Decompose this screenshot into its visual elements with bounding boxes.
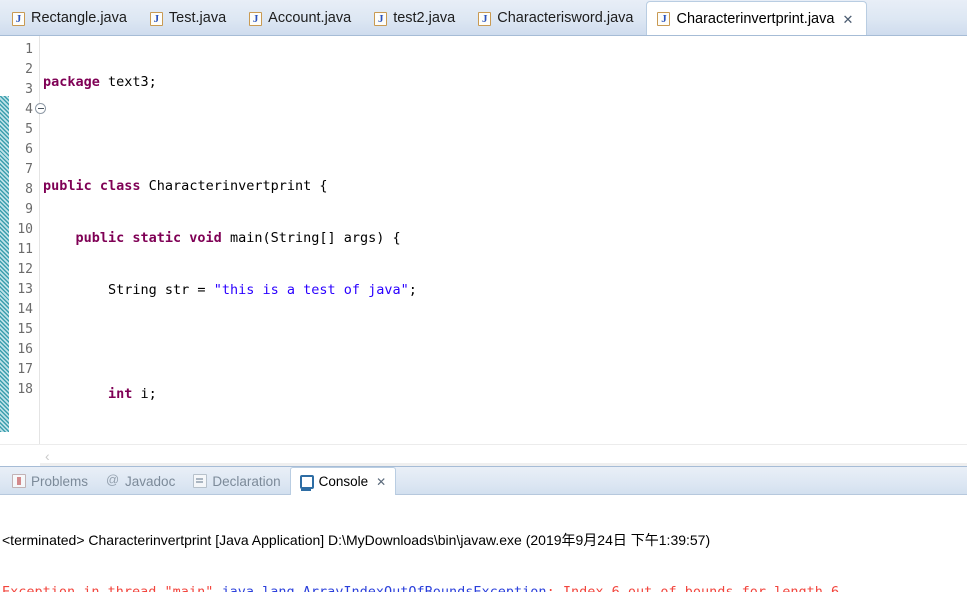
editor-tab-label: Account.java <box>268 10 352 27</box>
line-number: 9 <box>25 202 33 217</box>
code-editor-body[interactable]: 1 2 3 4 5 6 7 8 9 10 11 12 13 14 15 16 1 <box>0 36 967 444</box>
line-number: 8 <box>25 182 33 197</box>
code-text-area[interactable]: package text3; public class Characterinv… <box>40 36 967 444</box>
line-number: 13 <box>17 282 33 297</box>
line-number: 1 <box>25 42 33 57</box>
eclipse-ide-window: Rectangle.java Test.java Account.java te… <box>0 0 967 592</box>
problems-icon <box>12 474 26 488</box>
view-tab-label: Console <box>318 474 369 489</box>
console-process-header: <terminated> Characterinvertprint [Java … <box>2 532 711 548</box>
line-number: 16 <box>17 342 33 357</box>
editor-tab-rectangle-java[interactable]: Rectangle.java <box>2 2 140 35</box>
editor-tab-label: Rectangle.java <box>31 10 127 27</box>
console-output[interactable]: <terminated> Characterinvertprint [Java … <box>0 495 967 592</box>
line-number: 18 <box>17 382 33 397</box>
editor-tab-label: Characterinvertprint.java <box>676 10 835 27</box>
editor-tab-bar: Rectangle.java Test.java Account.java te… <box>0 0 967 36</box>
console-icon <box>299 474 314 491</box>
view-tab-bar: Problems Javadoc Declaration Console ✕ <box>0 467 967 495</box>
line-number-text: 4 <box>25 102 33 117</box>
line-number: 6 <box>25 142 33 157</box>
editor-gutter[interactable]: 1 2 3 4 5 6 7 8 9 10 11 12 13 14 15 16 1 <box>0 36 46 444</box>
view-tab-label: Declaration <box>212 473 281 489</box>
editor-tab-test-java[interactable]: Test.java <box>140 2 239 35</box>
view-tab-label: Problems <box>31 473 89 489</box>
editor-tab-label: test2.java <box>393 10 456 27</box>
code-editor: 1 2 3 4 5 6 7 8 9 10 11 12 13 14 15 16 1 <box>0 36 967 466</box>
line-number: 17 <box>17 362 33 377</box>
line-number: 5 <box>25 122 33 137</box>
editor-tab-test2-java[interactable]: test2.java <box>364 2 468 35</box>
editor-tab-label: Characterisword.java <box>497 10 634 27</box>
java-file-icon <box>12 11 25 26</box>
editor-tab-characterinvertprint-java[interactable]: Characterinvertprint.java ✕ <box>646 1 868 35</box>
editor-tab-account-java[interactable]: Account.java <box>239 2 364 35</box>
exception-message: : Index 6 out of bounds for length 6 <box>546 584 840 592</box>
code-line-5: String str = "this is a test of java"; <box>43 282 417 298</box>
editor-tab-label: Test.java <box>168 10 227 27</box>
java-file-icon <box>478 11 492 26</box>
close-icon[interactable]: ✕ <box>376 475 386 489</box>
line-number: 4 <box>0 100 46 120</box>
line-number: 7 <box>25 162 33 177</box>
close-icon[interactable]: ✕ <box>842 13 853 26</box>
editor-horizontal-scrollbar[interactable]: ‹ <box>0 444 967 466</box>
code-line-4: public static void main(String[] args) { <box>75 230 401 246</box>
line-number-ruler: 1 2 3 4 5 6 7 8 9 10 11 12 13 14 15 16 1 <box>0 36 46 400</box>
editor-tab-characterisword-java[interactable]: Characterisword.java <box>468 2 646 35</box>
code-line-3: public class Characterinvertprint { <box>43 178 328 194</box>
line-number: 15 <box>17 322 33 337</box>
bottom-view-panel: Problems Javadoc Declaration Console ✕ <… <box>0 466 967 592</box>
console-exception-line: Exception in thread "main" java.lang.Arr… <box>2 582 967 592</box>
java-file-icon <box>657 12 671 26</box>
java-file-icon <box>374 11 388 26</box>
view-tab-label: Javadoc <box>125 473 176 489</box>
exception-class-link[interactable]: java.lang.ArrayIndexOutOfBoundsException <box>221 584 546 592</box>
tab-problems[interactable]: Problems <box>3 468 97 494</box>
code-line-1: package text3; <box>43 74 157 90</box>
line-number: 3 <box>25 82 33 97</box>
tab-console[interactable]: Console ✕ <box>289 467 397 495</box>
scrollbar-track[interactable] <box>40 463 967 466</box>
declaration-icon <box>193 474 208 488</box>
line-number: 12 <box>17 262 33 277</box>
exception-prefix: Exception in thread "main" <box>2 584 222 592</box>
tab-declaration[interactable]: Declaration <box>184 468 289 494</box>
line-number: 11 <box>17 242 33 257</box>
java-file-icon <box>249 11 263 26</box>
java-file-icon <box>149 11 163 26</box>
chevron-left-icon[interactable]: ‹ <box>40 449 50 463</box>
code-line-7: int i; <box>108 386 157 402</box>
line-number: 10 <box>17 222 33 237</box>
javadoc-icon <box>106 472 120 488</box>
line-number: 2 <box>25 62 33 77</box>
line-number: 14 <box>17 302 33 317</box>
tab-javadoc[interactable]: Javadoc <box>97 468 184 494</box>
